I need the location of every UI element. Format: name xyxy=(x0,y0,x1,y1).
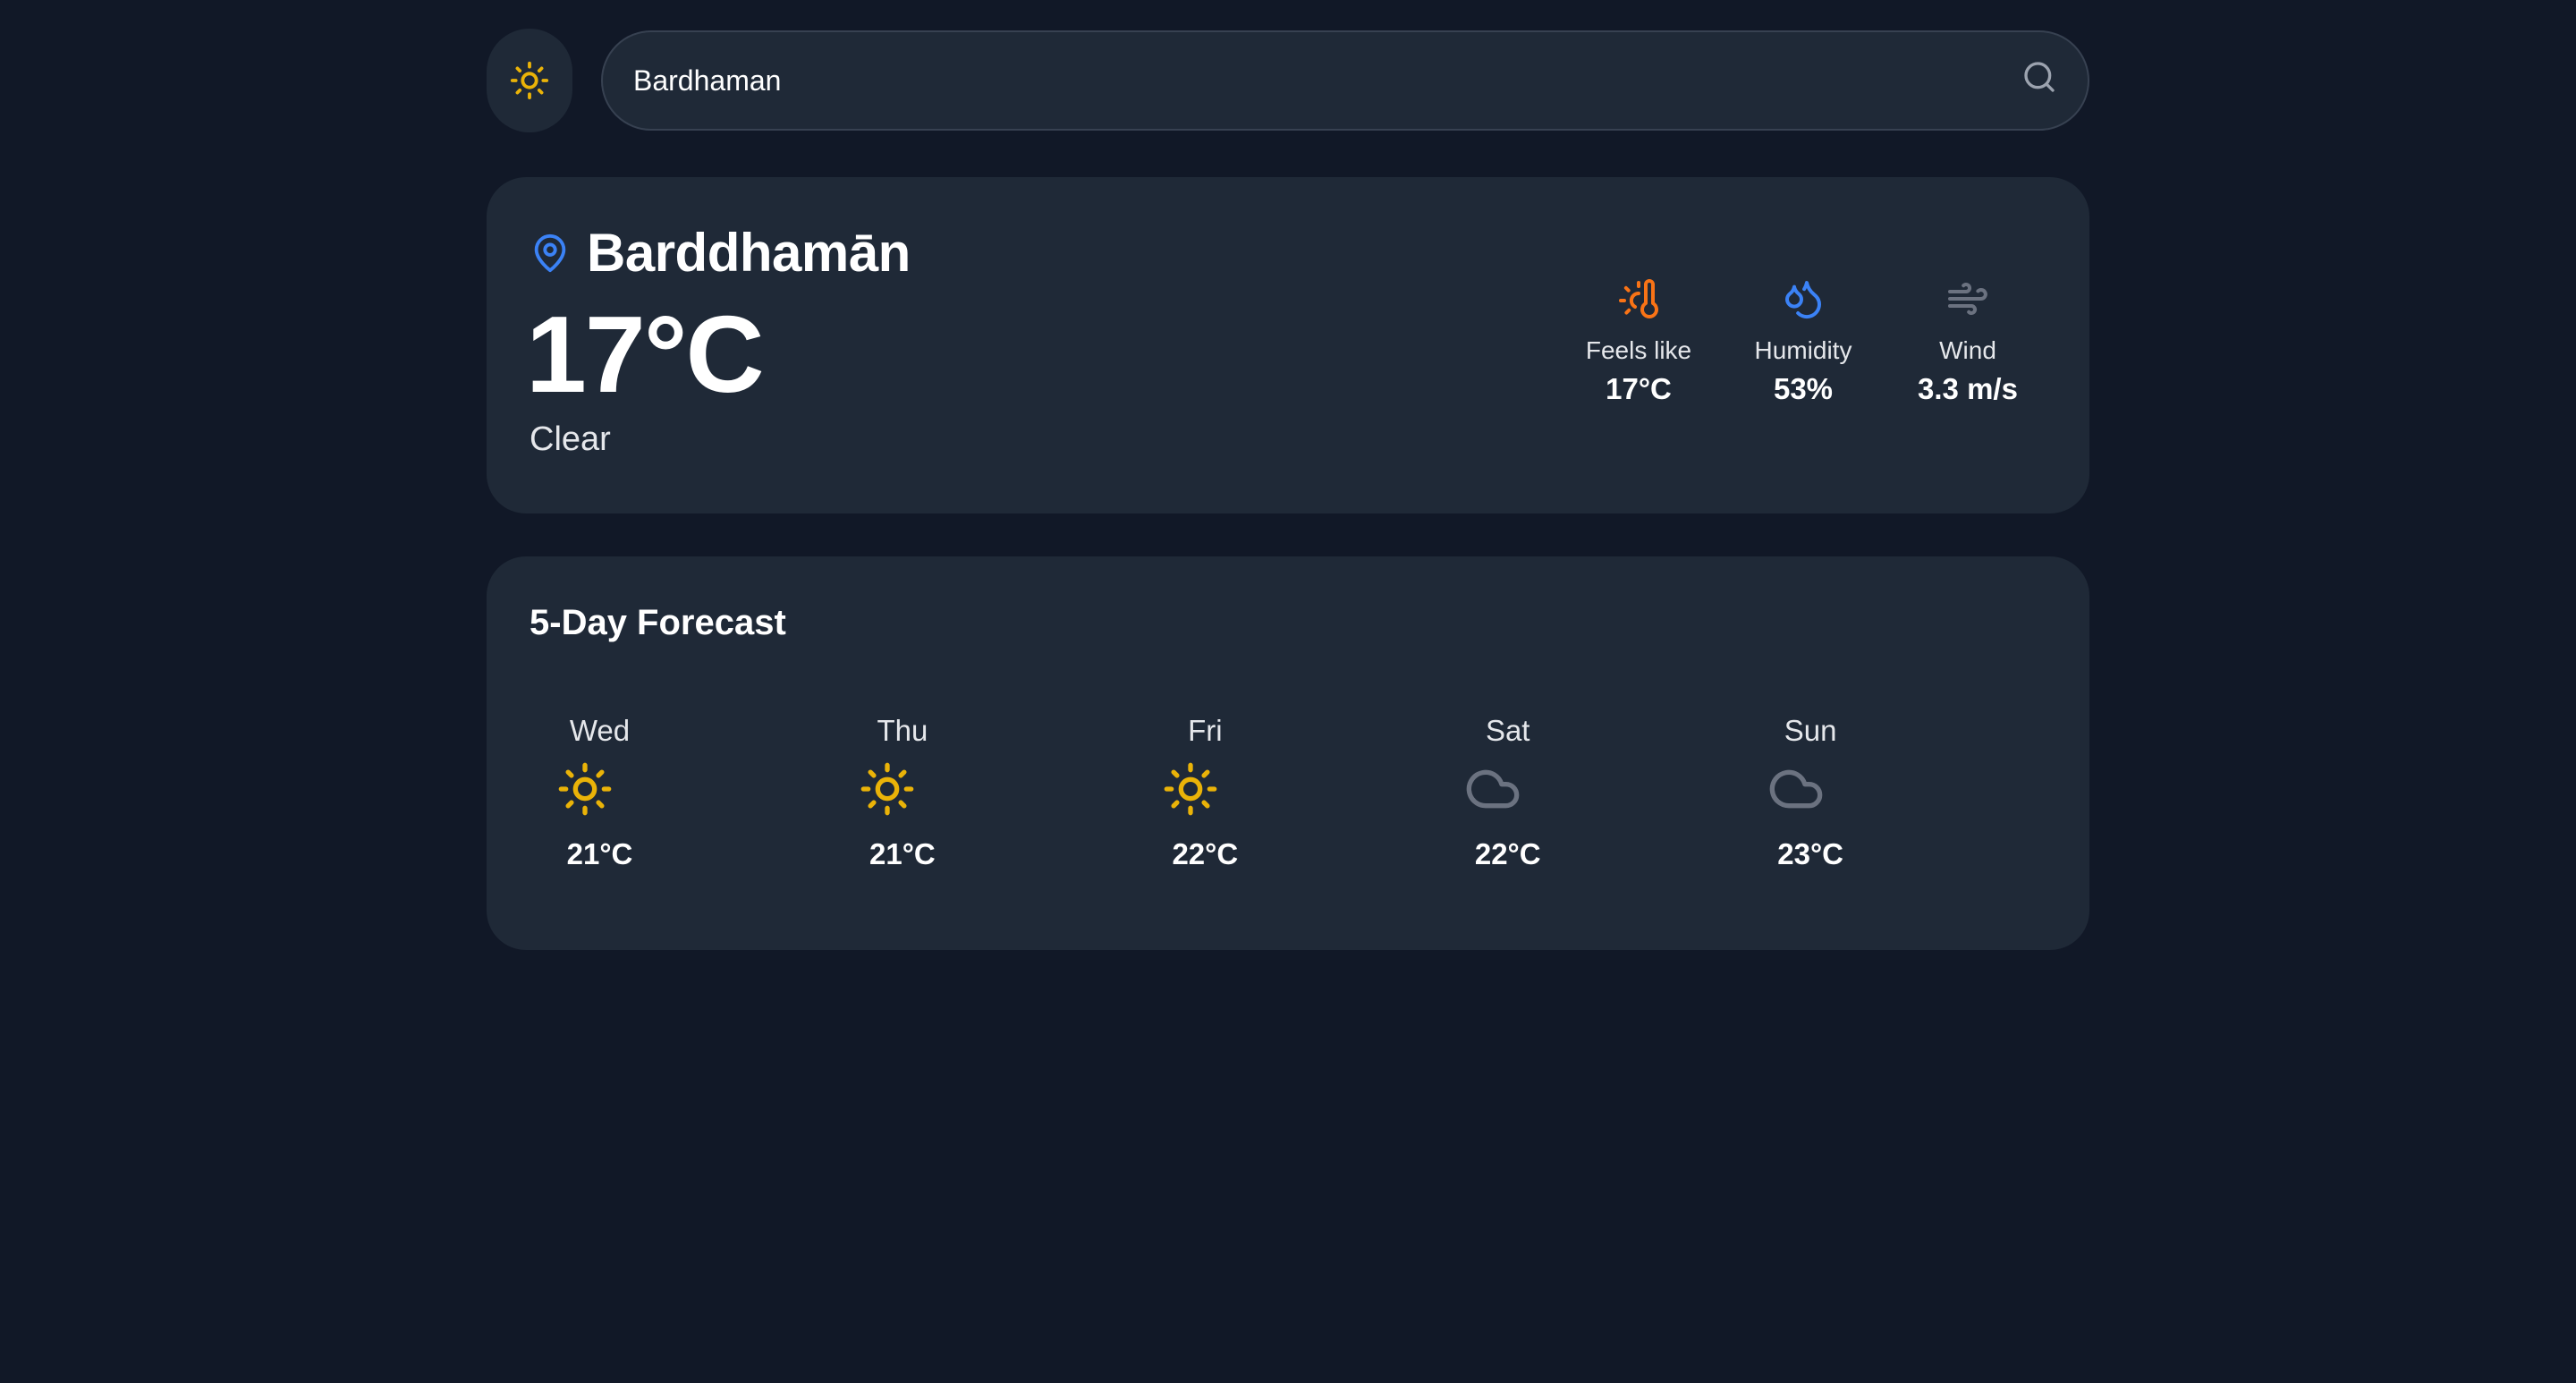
forecast-day-name: Sun xyxy=(1784,714,1837,747)
stat-wind: Wind 3.3 m/s xyxy=(1885,274,2050,406)
forecast-day: Sun 23°C xyxy=(1741,714,2043,893)
forecast-day: Fri 22°C xyxy=(1135,714,1437,893)
wind-icon xyxy=(1948,283,1987,315)
stat-value: 3.3 m/s xyxy=(1918,372,2018,405)
current-weather-card: Barddhamān 17°C Clear Feels like 17°C Hu… xyxy=(487,177,2089,513)
forecast-day-temp: 23°C xyxy=(1777,837,1843,870)
map-pin-icon xyxy=(534,233,566,272)
weather-condition: Clear xyxy=(530,420,611,458)
sun-icon xyxy=(861,762,914,816)
sun-icon xyxy=(510,61,549,100)
top-bar xyxy=(487,29,2089,132)
forecast-day-temp: 22°C xyxy=(1474,837,1541,870)
forecast-day: Wed 21°C xyxy=(530,714,832,893)
stat-label: Feels like xyxy=(1585,336,1692,364)
location-row: Barddhamān xyxy=(530,222,911,284)
forecast-day-name: Sat xyxy=(1485,714,1530,747)
forecast-day-temp: 21°C xyxy=(566,837,633,870)
forecast-day-temp: 21°C xyxy=(869,837,936,870)
forecast-day: Thu 21°C xyxy=(832,714,1134,893)
forecast-title: 5-Day Forecast xyxy=(530,603,786,642)
forecast-day: Sat 22°C xyxy=(1437,714,1740,893)
forecast-day-temp: 22°C xyxy=(1172,837,1239,870)
cloud-icon xyxy=(1466,769,1520,809)
search-button[interactable] xyxy=(2018,55,2061,98)
theme-toggle-button[interactable] xyxy=(487,29,572,132)
stat-value: 53% xyxy=(1773,372,1834,405)
search-bar xyxy=(601,30,2089,131)
forecast-day-name: Thu xyxy=(877,714,928,747)
search-input[interactable] xyxy=(631,53,2018,108)
stat-value: 17°C xyxy=(1606,372,1672,405)
forecast-day-name: Wed xyxy=(569,714,631,747)
weather-stats: Feels like 17°C Humidity 53% Wind 3.3 m/… xyxy=(1556,274,2050,406)
cloud-icon xyxy=(1769,769,1822,809)
stat-label: Wind xyxy=(1939,336,1996,364)
stat-humidity: Humidity 53% xyxy=(1721,274,1885,406)
location-name: Barddhamān xyxy=(587,223,911,283)
forecast-day-name: Fri xyxy=(1188,714,1223,747)
droplets-icon xyxy=(1785,281,1822,319)
thermometer-sun-icon xyxy=(1619,279,1658,318)
current-temperature: 17°C xyxy=(526,293,765,415)
forecast-card: 5-Day Forecast Wed 21°C Thu 21°C Fri 22°… xyxy=(487,556,2089,950)
stat-feels-like: Feels like 17°C xyxy=(1556,274,1721,406)
sun-icon xyxy=(558,762,612,816)
forecast-list: Wed 21°C Thu 21°C Fri 22°C Sat 22°C Sun … xyxy=(530,714,2043,893)
sun-icon xyxy=(1164,762,1217,816)
stat-label: Humidity xyxy=(1754,336,1852,364)
search-icon xyxy=(2024,62,2055,92)
weather-app: Barddhamān 17°C Clear Feels like 17°C xyxy=(487,29,2089,950)
